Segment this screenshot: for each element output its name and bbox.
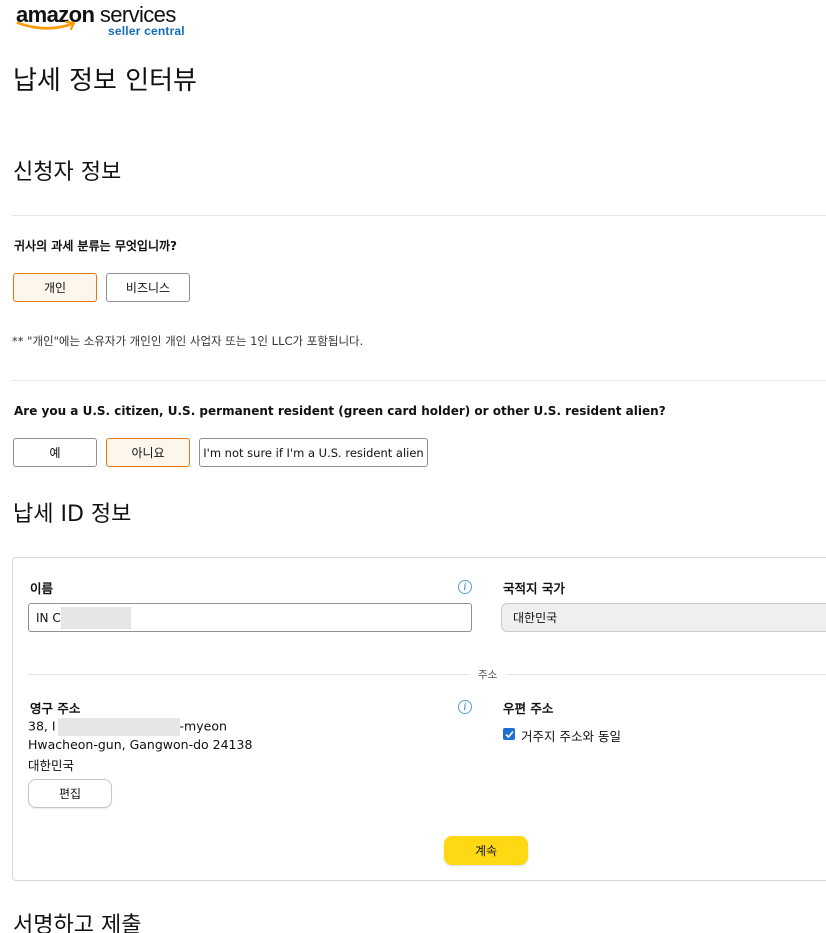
- section-title-tax-id: 납세 ID 정보: [13, 502, 132, 527]
- mailing-address-label: 우편 주소: [503, 701, 554, 716]
- redacted-address: [57, 718, 180, 736]
- us-person-question: Are you a U.S. citizen, U.S. permanent r…: [14, 404, 666, 418]
- individual-note: ** "개인"에는 소유자가 개인인 개인 사업자 또는 1인 LLC가 포함됩…: [12, 334, 364, 348]
- name-label: 이름: [30, 581, 54, 596]
- divider: [12, 380, 826, 381]
- name-info-icon[interactable]: i: [458, 580, 472, 594]
- name-input-value: IN C: [36, 610, 61, 625]
- country-label: 국적지 국가: [503, 581, 565, 596]
- smile-arrow-icon: [16, 20, 76, 31]
- address-line-3: 대한민국: [28, 758, 75, 773]
- us-person-no-button[interactable]: 아니요: [106, 438, 190, 467]
- address-separator-line: [506, 674, 826, 675]
- permanent-address-label: 영구 주소: [30, 701, 81, 716]
- permanent-address-info-icon[interactable]: i: [458, 700, 472, 714]
- address-line-1: 38, I -myeon: [28, 718, 227, 736]
- country-select-value: 대한민국: [513, 611, 558, 625]
- amazon-services-logo[interactable]: amazon services seller central: [16, 2, 196, 38]
- divider: [12, 215, 826, 216]
- address-line-2: Hwacheon-gun, Gangwon-do 24138: [28, 737, 253, 752]
- section-title-sign: 서명하고 제출: [13, 913, 142, 933]
- continue-button[interactable]: 계속: [444, 836, 528, 865]
- section-title-applicant: 신청자 정보: [13, 160, 122, 185]
- address-separator-line: [28, 674, 470, 675]
- tax-classification-question: 귀사의 과세 분류는 무엇입니까?: [14, 239, 178, 253]
- redacted-name: [60, 606, 131, 629]
- edit-address-button[interactable]: 편집: [28, 779, 112, 808]
- country-select[interactable]: 대한민국: [501, 603, 826, 632]
- page-title: 납세 정보 인터뷰: [13, 66, 197, 96]
- checkmark-icon: [504, 730, 514, 738]
- same-as-residence-label[interactable]: 거주지 주소와 동일: [521, 726, 621, 745]
- us-person-yes-button[interactable]: 예: [13, 438, 97, 467]
- same-as-residence-checkbox[interactable]: [503, 728, 515, 740]
- tax-class-individual-button[interactable]: 개인: [13, 273, 97, 302]
- logo-subtitle: seller central: [108, 24, 185, 38]
- name-input[interactable]: IN C: [28, 603, 472, 632]
- address-separator-label: 주소: [474, 667, 502, 682]
- us-person-not-sure-button[interactable]: I'm not sure if I'm a U.S. resident alie…: [199, 438, 428, 467]
- tax-class-business-button[interactable]: 비즈니스: [106, 273, 190, 302]
